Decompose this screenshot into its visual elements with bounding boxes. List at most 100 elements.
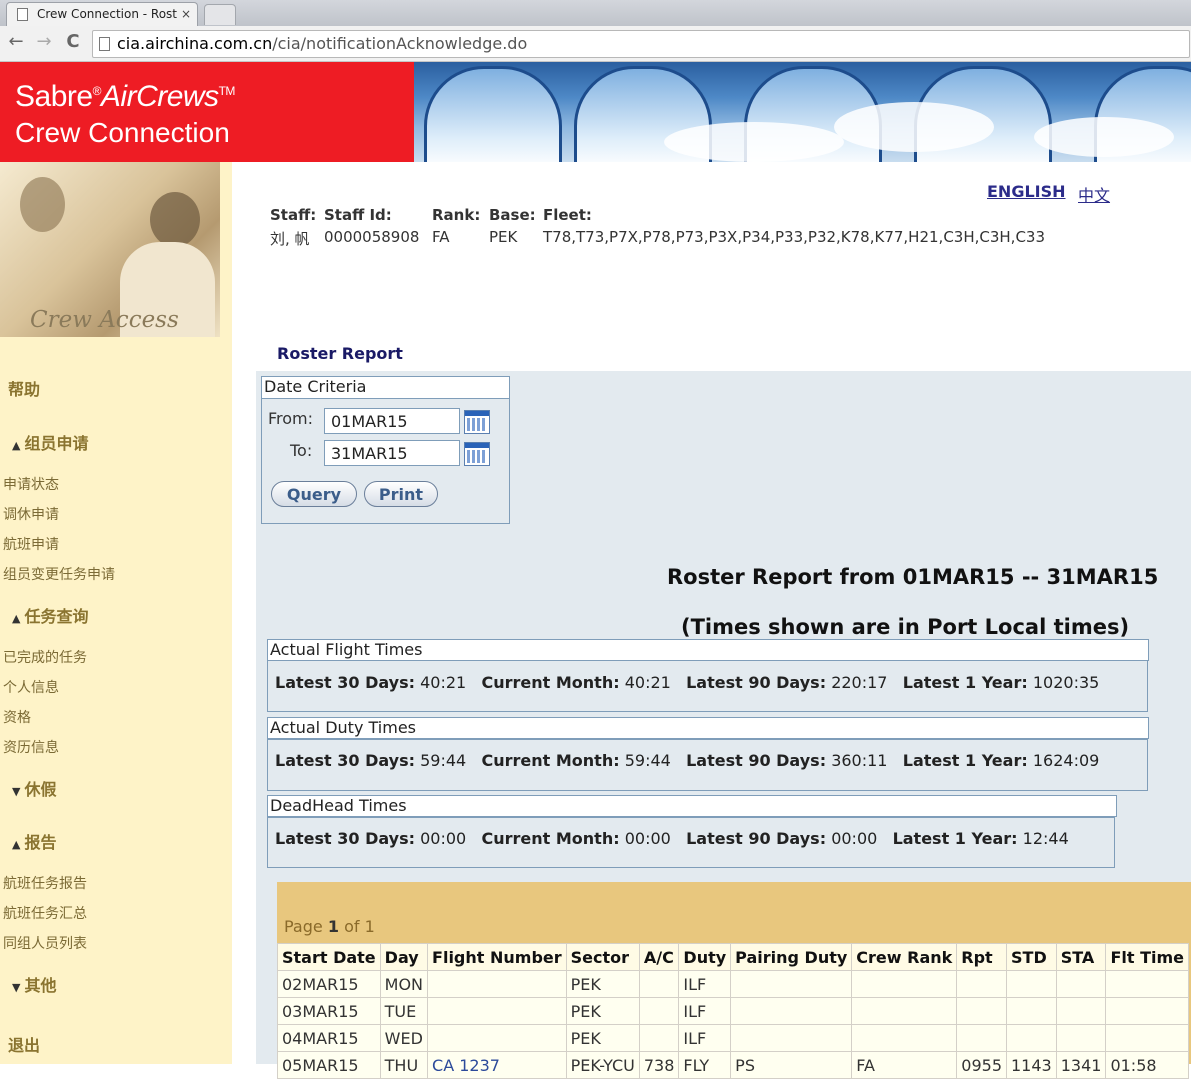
browser-tab-bar: Crew Connection - Rost × — [0, 0, 1191, 27]
base-label: Base: — [489, 206, 536, 224]
sidebar-section-task-query[interactable]: ▲ 任务查询 — [12, 603, 88, 627]
column-header[interactable]: Flight Number — [427, 943, 567, 971]
table-cell — [956, 1024, 1007, 1052]
table-cell: PEK-YCU — [565, 1051, 640, 1079]
sidebar-item-seniority[interactable]: 资历信息 — [3, 737, 59, 757]
table-cell: ILF — [678, 1024, 732, 1052]
staff-id-value: 0000058908 — [324, 228, 420, 246]
table-row: 02MAR15 MON PEK ILF — [277, 970, 1189, 998]
table-cell: TUE — [379, 997, 429, 1025]
table-cell — [956, 970, 1007, 998]
sidebar-item-flight-request[interactable]: 航班申请 — [3, 534, 59, 554]
from-date-input[interactable]: 01MAR15 — [324, 408, 460, 434]
table-cell — [730, 997, 853, 1025]
staff-value: 刘, 帆 — [270, 230, 310, 248]
table-cell — [427, 997, 567, 1025]
sidebar-section-vacation[interactable]: ▼ 休假 — [12, 776, 56, 800]
sidebar-item-completed-tasks[interactable]: 已完成的任务 — [3, 647, 87, 667]
flight-times-legend: Actual Flight Times — [267, 639, 1149, 661]
column-header[interactable]: Start Date — [277, 943, 381, 971]
sidebar-item-flight-task-report[interactable]: 航班任务报告 — [3, 873, 87, 893]
table-cell: PEK — [565, 1024, 640, 1052]
forward-icon[interactable]: → — [33, 31, 55, 53]
sidebar-section-other[interactable]: ▼ 其他 — [12, 972, 56, 996]
sidebar-section-reports[interactable]: ▲ 报告 — [12, 829, 56, 853]
calendar-icon[interactable] — [464, 442, 490, 466]
column-header[interactable]: STD — [1006, 943, 1057, 971]
browser-tab[interactable]: Crew Connection - Rost × — [6, 2, 198, 27]
duty-times-row: Latest 30 Days: 59:44 Current Month: 59:… — [275, 751, 1100, 770]
table-cell — [427, 1024, 567, 1052]
lang-chinese-link[interactable]: 中文 — [1078, 182, 1110, 206]
fleet-label: Fleet: — [543, 206, 592, 224]
print-button[interactable]: Print — [364, 481, 438, 507]
sidebar-help[interactable]: 帮助 — [8, 376, 40, 400]
page-icon — [17, 8, 28, 21]
table-cell — [427, 970, 567, 998]
deadhead-times-legend: DeadHead Times — [267, 795, 1117, 817]
sidebar-logout[interactable]: 退出 — [8, 1032, 40, 1056]
sidebar-item-qualifications[interactable]: 资格 — [3, 707, 31, 727]
sidebar-section-crew-request[interactable]: ▲ 组员申请 — [12, 430, 88, 454]
sidebar-item-request-status[interactable]: 申请状态 — [3, 474, 59, 494]
base-value: PEK — [489, 228, 518, 246]
to-label: To: — [290, 441, 313, 460]
table-cell — [638, 970, 680, 998]
to-date-input[interactable]: 31MAR15 — [324, 440, 460, 466]
table-cell: 01:58 — [1105, 1051, 1189, 1079]
table-cell — [1006, 970, 1057, 998]
table-cell: 03MAR15 — [277, 997, 381, 1025]
deadhead-times-row: Latest 30 Days: 00:00 Current Month: 00:… — [275, 829, 1069, 848]
banner-image — [414, 62, 1191, 162]
staff-label: Staff: — [270, 206, 317, 224]
tab-title: Crew Connection - Rost — [37, 7, 177, 21]
reload-icon[interactable]: C — [62, 31, 84, 53]
column-header[interactable]: Crew Rank — [851, 943, 958, 971]
browser-toolbar: ← → C cia.airchina.com.cn/cia/notificati… — [0, 26, 1191, 62]
column-header[interactable]: Pairing Duty — [730, 943, 853, 971]
table-cell — [1055, 997, 1107, 1025]
table-cell: 1341 — [1055, 1051, 1107, 1079]
sidebar-item-flight-task-summary[interactable]: 航班任务汇总 — [3, 903, 87, 923]
calendar-icon[interactable] — [464, 410, 490, 434]
column-header[interactable]: A/C — [638, 943, 680, 971]
table-cell — [1105, 970, 1189, 998]
table-cell: 04MAR15 — [277, 1024, 381, 1052]
new-tab-button[interactable] — [204, 4, 236, 25]
table-header-row: Start Date Day Flight Number Sector A/C Duty P… — [277, 943, 1189, 971]
sidebar-item-leave-request[interactable]: 调休申请 — [3, 504, 59, 524]
rank-label: Rank: — [432, 206, 481, 224]
query-button[interactable]: Query — [271, 481, 357, 507]
back-icon[interactable]: ← — [5, 31, 27, 53]
table-cell: ILF — [678, 970, 732, 998]
rank-value: FA — [432, 228, 450, 246]
table-cell — [1006, 1024, 1057, 1052]
column-header[interactable]: Flt Time — [1105, 943, 1189, 971]
column-header[interactable]: STA — [1055, 943, 1107, 971]
column-header[interactable]: Duty — [678, 943, 732, 971]
page-indicator: Page 1 of 1 — [284, 917, 375, 936]
column-header[interactable]: Day — [379, 943, 429, 971]
table-cell: PEK — [565, 997, 640, 1025]
sidebar-item-crew-change-request[interactable]: 组员变更任务申请 — [3, 564, 115, 584]
brand-logo: Sabre®AirCrewsTM — [15, 80, 235, 113]
column-header[interactable]: Rpt — [956, 943, 1007, 971]
table-cell[interactable]: CA 1237 — [427, 1051, 567, 1079]
table-cell: PS — [730, 1051, 853, 1079]
tab-close-icon[interactable]: × — [181, 3, 191, 25]
table-cell — [1006, 997, 1057, 1025]
table-cell: THU — [379, 1051, 429, 1079]
address-bar[interactable]: cia.airchina.com.cn/cia/notificationAckn… — [92, 30, 1190, 58]
column-header[interactable]: Sector — [565, 943, 640, 971]
staff-id-label: Staff Id: — [324, 206, 392, 224]
table-cell: PEK — [565, 970, 640, 998]
crew-access-photo: Crew Access — [0, 162, 220, 337]
table-cell — [851, 1024, 958, 1052]
table-row: 03MAR15 TUE PEK ILF — [277, 997, 1189, 1025]
sidebar-item-crew-list[interactable]: 同组人员列表 — [3, 933, 87, 953]
table-cell: 1143 — [1006, 1051, 1057, 1079]
table-cell — [851, 997, 958, 1025]
lang-english-link[interactable]: ENGLISH — [987, 182, 1066, 201]
table-cell: 0955 — [956, 1051, 1007, 1079]
sidebar-item-personal-info[interactable]: 个人信息 — [3, 677, 59, 697]
